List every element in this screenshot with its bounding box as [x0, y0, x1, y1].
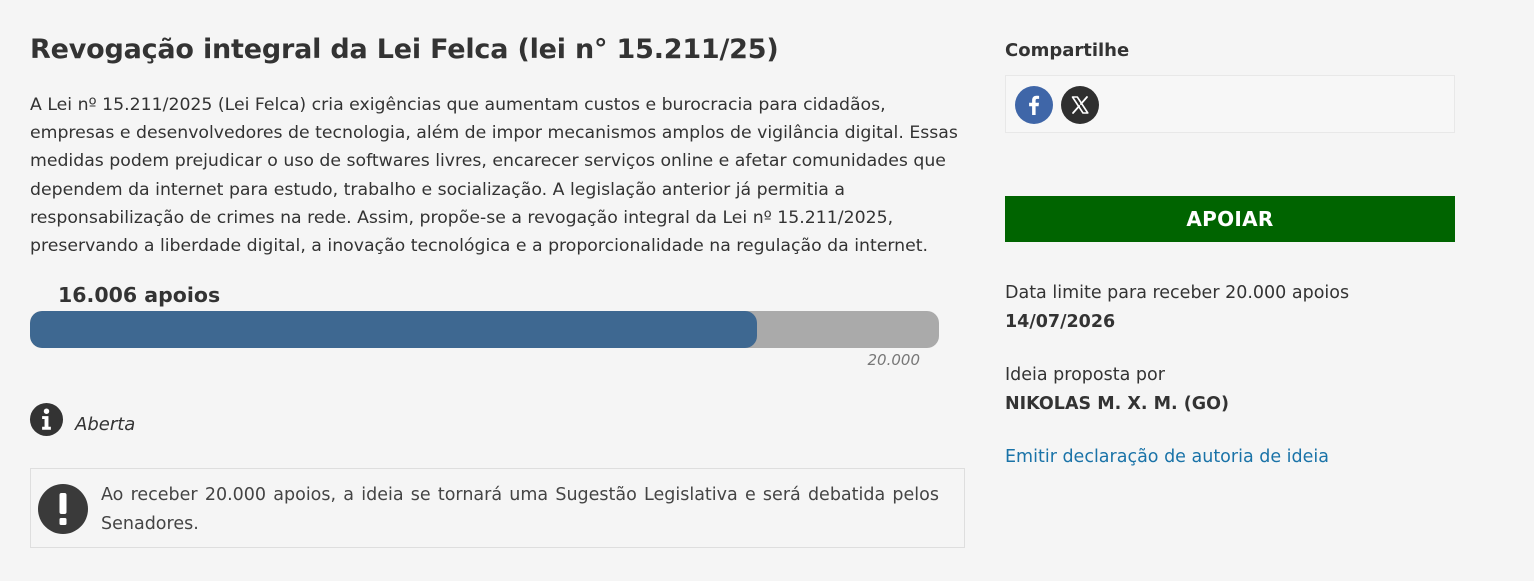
- support-progress-bar: [30, 311, 939, 348]
- authorship-declaration-link[interactable]: Emitir declaração de autoria de ideia: [1005, 447, 1329, 467]
- deadline-label: Data limite para receber 20.000 apoios: [1005, 283, 1350, 303]
- share-box: [1005, 75, 1455, 133]
- facebook-icon: [1029, 95, 1040, 115]
- idea-title: Revogação integral da Lei Felca (lei n° …: [30, 34, 779, 65]
- support-progress-fill: [30, 311, 758, 348]
- info-icon: [29, 402, 64, 437]
- deadline-value: 14/07/2026: [1005, 312, 1116, 332]
- support-goal: 20.000: [867, 351, 921, 369]
- share-title: Compartilhe: [1005, 40, 1130, 61]
- author-label: Ideia proposta por: [1005, 365, 1165, 385]
- idea-page: Revogação integral da Lei Felca (lei n° …: [0, 0, 1534, 581]
- facebook-share-button[interactable]: [1015, 86, 1053, 124]
- support-count: 16.006 apoios: [58, 283, 221, 307]
- exclamation-icon: [38, 484, 88, 534]
- status-label: Aberta: [75, 414, 136, 435]
- x-icon: [1071, 96, 1089, 114]
- notice-box: Ao receber 20.000 apoios, a ideia se tor…: [30, 468, 965, 548]
- notice-text: Ao receber 20.000 apoios, a ideia se tor…: [101, 485, 939, 534]
- idea-description: A Lei nº 15.211/2025 (Lei Felca) cria ex…: [30, 95, 958, 257]
- x-share-button[interactable]: [1061, 86, 1099, 124]
- support-button[interactable]: APOIAR: [1005, 196, 1455, 242]
- author-value: NIKOLAS M. X. M. (GO): [1005, 394, 1229, 414]
